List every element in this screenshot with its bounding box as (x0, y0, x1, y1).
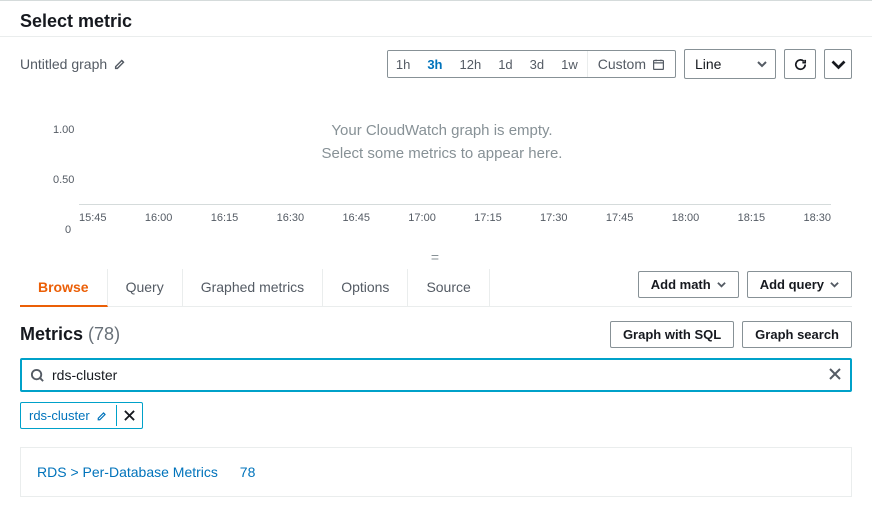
calendar-icon (652, 58, 665, 71)
edit-icon (96, 410, 108, 422)
x-tick: 15:45 (79, 212, 107, 224)
chart-baseline (79, 204, 831, 205)
x-tick: 16:30 (277, 212, 305, 224)
graph-with-sql-button[interactable]: Graph with SQL (610, 321, 734, 348)
x-tick: 17:45 (606, 212, 634, 224)
chip-label: rds-cluster (29, 408, 90, 423)
add-math-label: Add math (651, 277, 711, 292)
x-tick: 18:30 (803, 212, 831, 224)
x-tick: 16:45 (342, 212, 370, 224)
graph-title[interactable]: Untitled graph (20, 56, 127, 72)
x-tick: 18:00 (672, 212, 700, 224)
x-tick: 17:00 (408, 212, 436, 224)
tab-graphed-metrics[interactable]: Graphed metrics (183, 269, 323, 306)
refresh-options-button[interactable] (824, 49, 852, 79)
filter-chip: rds-cluster (20, 402, 143, 429)
chart-empty-line2: Select some metrics to appear here. (53, 145, 831, 162)
metrics-result-link[interactable]: RDS > Per-Database Metrics 78 (37, 464, 255, 480)
graph-search-button[interactable]: Graph search (742, 321, 852, 348)
close-icon (124, 410, 135, 421)
chart-type-label: Line (695, 56, 721, 72)
range-custom[interactable]: Custom (587, 51, 675, 77)
x-tick: 17:30 (540, 212, 568, 224)
metrics-title-text: Metrics (20, 324, 83, 344)
search-icon (30, 368, 45, 383)
chart-type-select[interactable]: Line (684, 49, 776, 79)
search-clear-button[interactable] (828, 367, 842, 384)
refresh-icon (793, 57, 808, 72)
result-text: RDS > Per-Database Metrics (37, 464, 218, 480)
range-custom-label: Custom (598, 56, 646, 72)
close-icon (828, 367, 842, 381)
metrics-count: (78) (88, 324, 120, 344)
add-math-button[interactable]: Add math (638, 271, 739, 298)
resize-handle[interactable]: = (20, 247, 852, 267)
range-1d[interactable]: 1d (490, 51, 521, 77)
caret-down-icon (757, 56, 767, 72)
range-1h[interactable]: 1h (388, 51, 419, 77)
graph-title-text: Untitled graph (20, 56, 107, 72)
range-3d[interactable]: 3d (522, 51, 553, 77)
refresh-button[interactable] (784, 49, 816, 79)
x-tick: 16:00 (145, 212, 173, 224)
chip-label-wrap[interactable]: rds-cluster (21, 403, 116, 428)
caret-down-icon (830, 277, 839, 292)
range-12h[interactable]: 12h (452, 51, 491, 77)
caret-down-icon (831, 57, 846, 72)
range-1w[interactable]: 1w (553, 51, 587, 77)
add-query-label: Add query (760, 277, 824, 292)
tab-browse[interactable]: Browse (20, 269, 108, 307)
tab-options[interactable]: Options (323, 269, 408, 306)
tab-source[interactable]: Source (408, 269, 489, 306)
metrics-search[interactable] (20, 358, 852, 392)
x-axis: 15:45 16:00 16:15 16:30 16:45 17:00 17:1… (79, 212, 831, 224)
x-tick: 18:15 (738, 212, 766, 224)
tabs: Browse Query Graphed metrics Options Sou… (20, 269, 490, 306)
edit-icon[interactable] (113, 57, 127, 71)
add-query-button[interactable]: Add query (747, 271, 852, 298)
page-title: Select metric (20, 11, 852, 32)
x-tick: 16:15 (211, 212, 239, 224)
result-count: 78 (240, 464, 256, 480)
caret-down-icon (717, 277, 726, 292)
metrics-result-card: RDS > Per-Database Metrics 78 (20, 447, 852, 497)
chart-area: 1.00 0.50 0 Your CloudWatch graph is emp… (20, 87, 852, 247)
dialog-header: Select metric (0, 1, 872, 37)
range-3h[interactable]: 3h (419, 51, 451, 77)
time-range-group: 1h 3h 12h 1d 3d 1w Custom (387, 50, 676, 78)
metrics-title: Metrics (78) (20, 324, 120, 345)
chip-remove-button[interactable] (116, 405, 142, 426)
tab-query[interactable]: Query (108, 269, 183, 306)
chart-empty-line1: Your CloudWatch graph is empty. (53, 122, 831, 139)
x-tick: 17:15 (474, 212, 502, 224)
search-input[interactable] (52, 367, 820, 383)
